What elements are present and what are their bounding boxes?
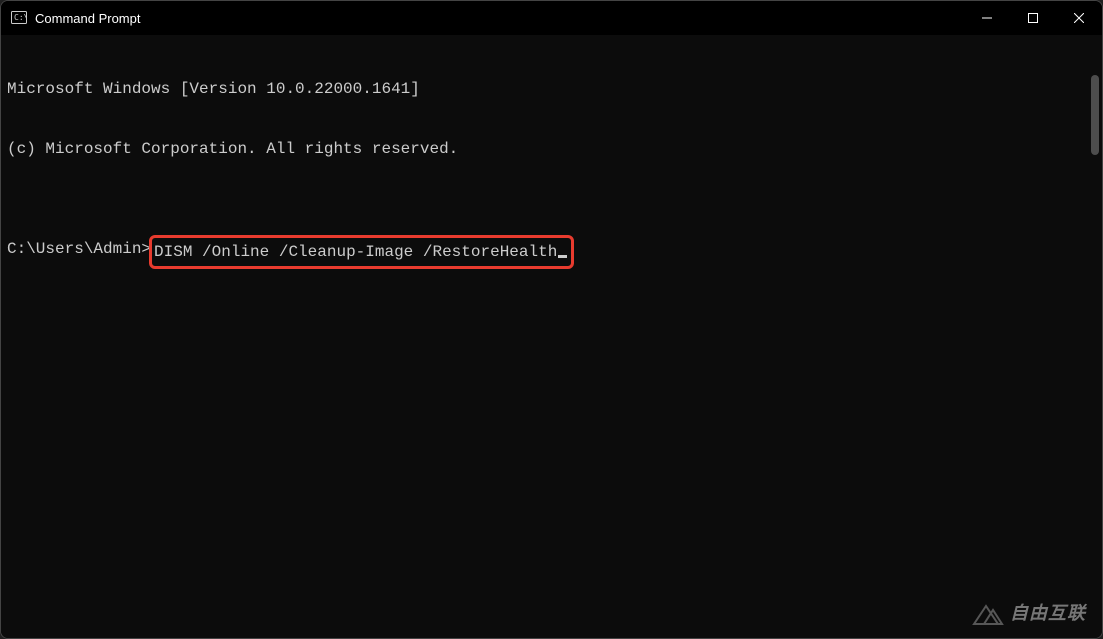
command-prompt-window: C:\ Command Prompt Microsoft Windows [Ve… [0, 0, 1103, 639]
watermark-text: 自由互联 [1010, 605, 1086, 625]
maximize-button[interactable] [1010, 1, 1056, 35]
vertical-scrollbar[interactable] [1091, 75, 1099, 155]
output-line: (c) Microsoft Corporation. All rights re… [7, 139, 1102, 159]
highlighted-command: DISM /Online /Cleanup-Image /RestoreHeal… [149, 235, 574, 269]
titlebar[interactable]: C:\ Command Prompt [1, 1, 1102, 35]
minimize-button[interactable] [964, 1, 1010, 35]
terminal-area[interactable]: Microsoft Windows [Version 10.0.22000.16… [1, 35, 1102, 638]
prompt-path: C:\Users\Admin> [7, 239, 151, 259]
watermark-icon [970, 602, 1004, 628]
prompt-line: C:\Users\Admin>DISM /Online /Cleanup-Ima… [7, 239, 1102, 269]
command-text: DISM /Online /Cleanup-Image /RestoreHeal… [154, 243, 557, 261]
watermark: 自由互联 [970, 602, 1086, 628]
text-cursor [558, 255, 567, 258]
close-button[interactable] [1056, 1, 1102, 35]
cmd-icon: C:\ [11, 10, 27, 26]
output-line: Microsoft Windows [Version 10.0.22000.16… [7, 79, 1102, 99]
svg-text:C:\: C:\ [14, 13, 27, 22]
window-title: Command Prompt [35, 11, 140, 26]
